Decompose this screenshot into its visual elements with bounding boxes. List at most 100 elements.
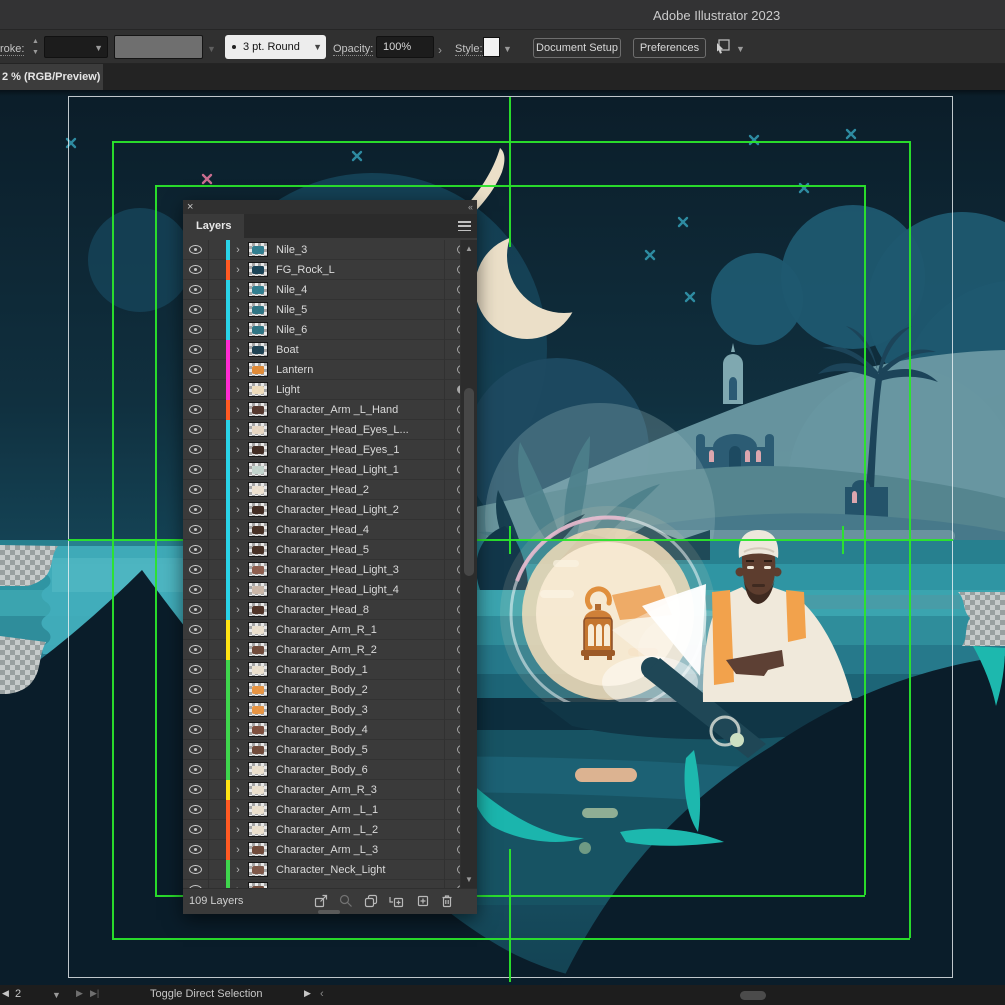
tab-layers[interactable]: Layers	[183, 214, 245, 238]
layer-row[interactable]: › Character_Head_Light_3	[183, 559, 477, 580]
last-artboard-icon[interactable]: ▶|	[90, 988, 99, 999]
lock-cell[interactable]	[209, 660, 226, 680]
layer-row[interactable]: › Lantern	[183, 359, 477, 380]
layer-thumbnail[interactable]	[248, 582, 268, 597]
lock-cell[interactable]	[209, 680, 226, 700]
scroll-down-icon[interactable]: ▼	[465, 875, 473, 884]
scrollbar-thumb[interactable]	[464, 388, 474, 576]
disclosure-arrow[interactable]: ›	[230, 720, 246, 740]
visibility-cell[interactable]	[183, 279, 209, 300]
lock-cell[interactable]	[209, 580, 226, 600]
eye-icon[interactable]	[189, 685, 202, 694]
eye-icon[interactable]	[189, 265, 202, 274]
layer-row[interactable]: › Character_Body_4	[183, 719, 477, 740]
opacity-more-chevron[interactable]: ›	[438, 43, 442, 57]
visibility-cell[interactable]	[183, 539, 209, 560]
eye-icon[interactable]	[189, 585, 202, 594]
visibility-cell[interactable]	[183, 299, 209, 320]
layer-row[interactable]: › Character_Arm _L_1	[183, 799, 477, 820]
canvas-area[interactable]	[0, 90, 1005, 985]
visibility-cell[interactable]	[183, 559, 209, 580]
prev-artboard-icon[interactable]: ◀	[2, 988, 9, 999]
layer-thumbnail[interactable]	[248, 682, 268, 697]
layer-row[interactable]: › Nile_4	[183, 279, 477, 300]
eye-icon[interactable]	[189, 345, 202, 354]
status-play-icon[interactable]: ▶	[304, 988, 311, 999]
layer-thumbnail[interactable]	[248, 322, 268, 337]
disclosure-arrow[interactable]: ›	[230, 740, 246, 760]
eye-icon[interactable]	[189, 785, 202, 794]
disclosure-arrow[interactable]: ›	[230, 320, 246, 340]
eye-icon[interactable]	[189, 405, 202, 414]
lock-cell[interactable]	[209, 560, 226, 580]
layer-row[interactable]: › Character_Head_2	[183, 479, 477, 500]
lock-cell[interactable]	[209, 780, 226, 800]
layer-thumbnail[interactable]	[248, 622, 268, 637]
disclosure-arrow[interactable]: ›	[230, 760, 246, 780]
visibility-cell[interactable]	[183, 719, 209, 740]
layer-thumbnail[interactable]	[248, 442, 268, 457]
eye-icon[interactable]	[189, 465, 202, 474]
eye-icon[interactable]	[189, 665, 202, 674]
eye-icon[interactable]	[189, 625, 202, 634]
layer-thumbnail[interactable]	[248, 642, 268, 657]
visibility-cell[interactable]	[183, 379, 209, 400]
variable-width-profile-swatch[interactable]	[114, 35, 203, 59]
layer-row[interactable]: › Light	[183, 379, 477, 400]
visibility-cell[interactable]	[183, 499, 209, 520]
chevron-down-icon[interactable]: ▼	[207, 44, 216, 54]
disclosure-arrow[interactable]: ›	[230, 660, 246, 680]
lock-cell[interactable]	[209, 740, 226, 760]
visibility-cell[interactable]	[183, 859, 209, 880]
lock-cell[interactable]	[209, 240, 226, 260]
lock-cell[interactable]	[209, 420, 226, 440]
layer-thumbnail[interactable]	[248, 462, 268, 477]
eye-icon[interactable]	[189, 805, 202, 814]
style-swatch[interactable]	[483, 37, 500, 57]
artboard-number[interactable]: 2	[15, 988, 21, 1000]
eye-icon[interactable]	[189, 305, 202, 314]
layer-name[interactable]: Character_Head_Light_1	[268, 464, 444, 476]
trash-icon[interactable]	[439, 893, 455, 909]
layer-name[interactable]: Character_Head_5	[268, 544, 444, 556]
disclosure-arrow[interactable]: ›	[230, 580, 246, 600]
lock-cell[interactable]	[209, 500, 226, 520]
layer-row[interactable]: › Character_Arm_R_1	[183, 619, 477, 640]
layer-name[interactable]: Character_Head_2	[268, 484, 444, 496]
layer-row[interactable]: › Character_Head_4	[183, 519, 477, 540]
eye-icon[interactable]	[189, 825, 202, 834]
disclosure-arrow[interactable]: ›	[230, 300, 246, 320]
lock-cell[interactable]	[209, 600, 226, 620]
disclosure-arrow[interactable]: ›	[230, 820, 246, 840]
disclosure-arrow[interactable]: ›	[230, 380, 246, 400]
eye-icon[interactable]	[189, 445, 202, 454]
lock-cell[interactable]	[209, 640, 226, 660]
layer-row[interactable]: ›	[183, 879, 477, 888]
disclosure-arrow[interactable]: ›	[230, 540, 246, 560]
layer-thumbnail[interactable]	[248, 842, 268, 857]
lock-cell[interactable]	[209, 820, 226, 840]
visibility-cell[interactable]	[183, 459, 209, 480]
disclosure-arrow[interactable]: ›	[230, 620, 246, 640]
status-back-icon[interactable]: ‹	[320, 988, 324, 1000]
layer-row[interactable]: › Character_Body_6	[183, 759, 477, 780]
layer-row[interactable]: › Character_Head_Eyes_L...	[183, 419, 477, 440]
eye-icon[interactable]	[189, 325, 202, 334]
opacity-label[interactable]: Opacity:	[333, 44, 374, 56]
lock-cell[interactable]	[209, 260, 226, 280]
style-label[interactable]: Style:	[455, 44, 483, 56]
layer-thumbnail[interactable]	[248, 702, 268, 717]
lock-cell[interactable]	[209, 400, 226, 420]
lock-cell[interactable]	[209, 860, 226, 880]
layer-thumbnail[interactable]	[248, 522, 268, 537]
lock-cell[interactable]	[209, 280, 226, 300]
disclosure-arrow[interactable]: ›	[230, 840, 246, 860]
eye-icon[interactable]	[189, 365, 202, 374]
visibility-cell[interactable]	[183, 519, 209, 540]
layer-thumbnail[interactable]	[248, 362, 268, 377]
visibility-cell[interactable]	[183, 739, 209, 760]
eye-icon[interactable]	[189, 865, 202, 874]
chevron-down-icon[interactable]: ▼	[94, 38, 103, 58]
collapse-panel-icon[interactable]: ‹‹	[468, 200, 473, 214]
layer-name[interactable]: Nile_4	[268, 284, 444, 296]
